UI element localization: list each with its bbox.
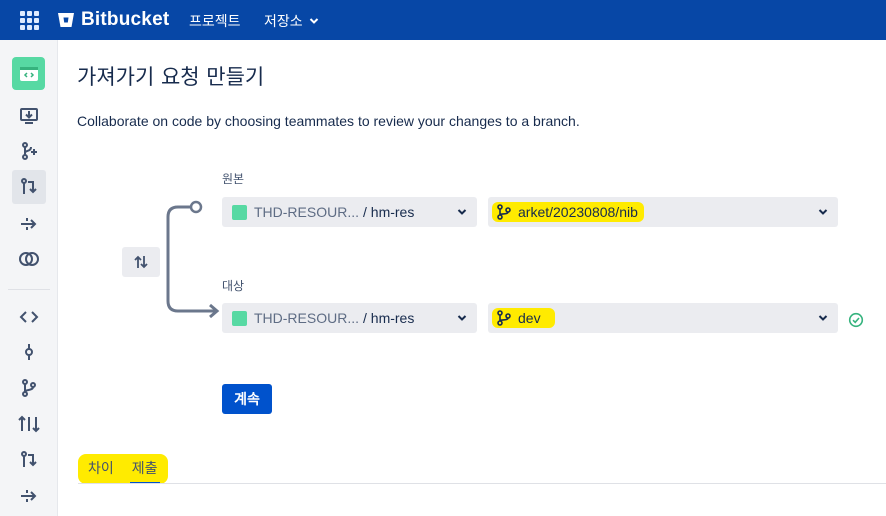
page-description: Collaborate on code by choosing teammate… [77,113,580,129]
nav-repositories-dropdown[interactable]: 저장소 [264,11,319,31]
branch-icon [497,310,511,326]
chevron-down-icon [309,18,318,24]
sidebar-item-branch-icon[interactable] [17,376,41,400]
repository-icon [232,310,247,326]
source-repo-project: THD-RESOUR... [254,204,359,220]
sidebar-item-commits-icon[interactable] [17,340,41,364]
sidebar-item-pull-requests-icon[interactable] [12,170,46,204]
target-label: 대상 [222,279,245,293]
nav-projects-link[interactable]: 프로젝트 [189,11,241,31]
source-branch-value: arket/20230808/nib [492,202,644,222]
source-repository-select[interactable]: THD-RESOUR... / hm-res [222,197,477,227]
source-target-connector [166,200,220,319]
tab-list: 차이 제출 [78,454,168,484]
check-circle-icon [848,312,864,328]
sidebar-item-pipelines-icon[interactable] [17,212,41,236]
source-label: 원본 [222,172,245,186]
chevron-down-icon [457,209,467,215]
sidebar-item-source-icon[interactable] [17,104,41,128]
sidebar-item-code-icon[interactable] [17,305,41,329]
branch-icon [497,204,511,220]
sidebar-item-branches-icon[interactable] [17,139,41,163]
sidebar-item-compare-icon[interactable] [17,247,41,271]
chevron-down-icon [818,209,828,215]
tab-commits[interactable]: 제출 [128,454,162,484]
target-repository-select[interactable]: THD-RESOUR... / hm-res [222,303,477,333]
repository-icon [232,204,247,220]
target-repo-name: / hm-res [363,310,415,326]
repository-code-icon [19,66,38,81]
target-branch-value: dev [492,308,555,328]
target-branch-select[interactable]: dev [488,303,838,333]
tabs-divider [78,483,886,484]
target-branch-name: dev [518,310,541,326]
chevron-down-icon [457,315,467,321]
sidebar-item-pull-requests-list-icon[interactable] [17,412,41,436]
swap-source-target-button[interactable] [122,247,160,277]
chevron-down-icon [818,315,828,321]
app-switcher-icon[interactable] [18,9,40,31]
source-repo-name: / hm-res [363,204,415,220]
page-title: 가져가기 요청 만들기 [77,65,265,89]
continue-button[interactable]: 계속 [222,384,272,414]
bitbucket-home-link[interactable]: Bitbucket [57,8,169,32]
bitbucket-logo-icon [58,13,74,27]
nav-repositories-label: 저장소 [264,14,303,30]
sidebar-divider [8,289,50,290]
repository-avatar[interactable] [12,57,45,90]
top-navigation: Bitbucket 프로젝트 저장소 [0,0,886,40]
target-repo-project: THD-RESOUR... [254,310,359,326]
brand-name: Bitbucket [81,9,170,30]
sidebar [0,40,58,516]
source-branch-name: arket/20230808/nib [518,204,638,220]
tab-diff[interactable]: 차이 [84,454,118,484]
sidebar-item-merge-icon[interactable] [17,448,41,472]
sidebar-item-deployments-icon[interactable] [17,484,41,508]
nav-projects-label: 프로젝트 [189,14,241,30]
swap-arrows-icon [134,255,148,269]
source-branch-select[interactable]: arket/20230808/nib [488,197,838,227]
